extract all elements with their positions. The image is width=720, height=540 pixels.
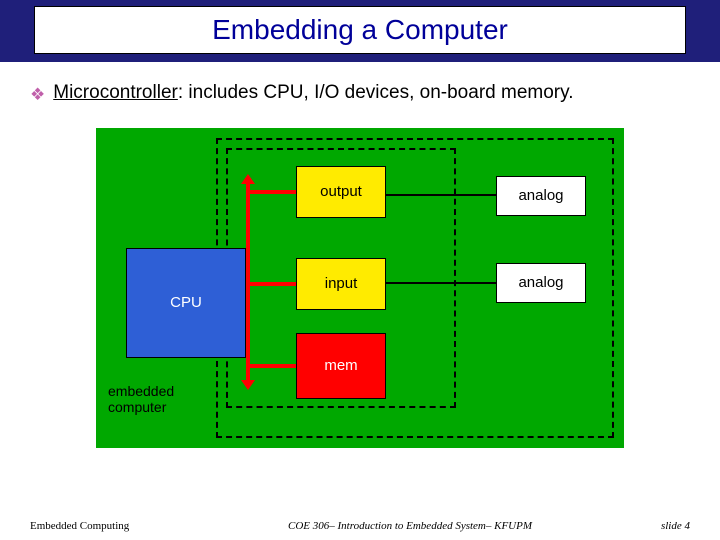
footer-right: slide 4 [610,520,690,532]
bullet-term: Microcontroller [53,82,178,103]
bus-branch-mem [250,364,296,368]
diagram: CPU output input mem analog analog embed… [96,128,624,448]
bus-branch-input [250,282,296,286]
output-block: output [296,166,386,218]
analog-block-1: analog [496,176,586,216]
embedded-label-line1: embedded [108,383,174,399]
input-block: input [296,258,386,310]
analog-block-2: analog [496,263,586,303]
cpu-block: CPU [126,248,246,358]
embedded-computer-label: embedded computer [108,383,174,415]
slide-title: Embedding a Computer [212,14,508,46]
bullet-line: ❖ Microcontroller: includes CPU, I/O dev… [30,80,690,108]
bullet-rest: : includes CPU, I/O devices, on-board me… [178,82,574,103]
bus-arrow-down-icon [241,380,255,390]
mem-block: mem [296,333,386,399]
diamond-bullet-icon: ❖ [30,82,45,108]
body-area: ❖ Microcontroller: includes CPU, I/O dev… [0,62,720,448]
bus-arrow-up-icon [241,174,255,184]
bus-branch-output [250,190,296,194]
embedded-label-line2: computer [108,399,166,415]
footer-left: Embedded Computing [30,520,210,532]
line-input-analog [386,282,496,284]
footer: Embedded Computing COE 306– Introduction… [0,520,720,532]
line-output-analog [386,194,496,196]
title-band: Embedding a Computer [0,0,720,62]
bullet-text: Microcontroller: includes CPU, I/O devic… [53,80,690,106]
footer-center: COE 306– Introduction to Embedded System… [210,520,610,532]
title-box: Embedding a Computer [34,6,686,54]
